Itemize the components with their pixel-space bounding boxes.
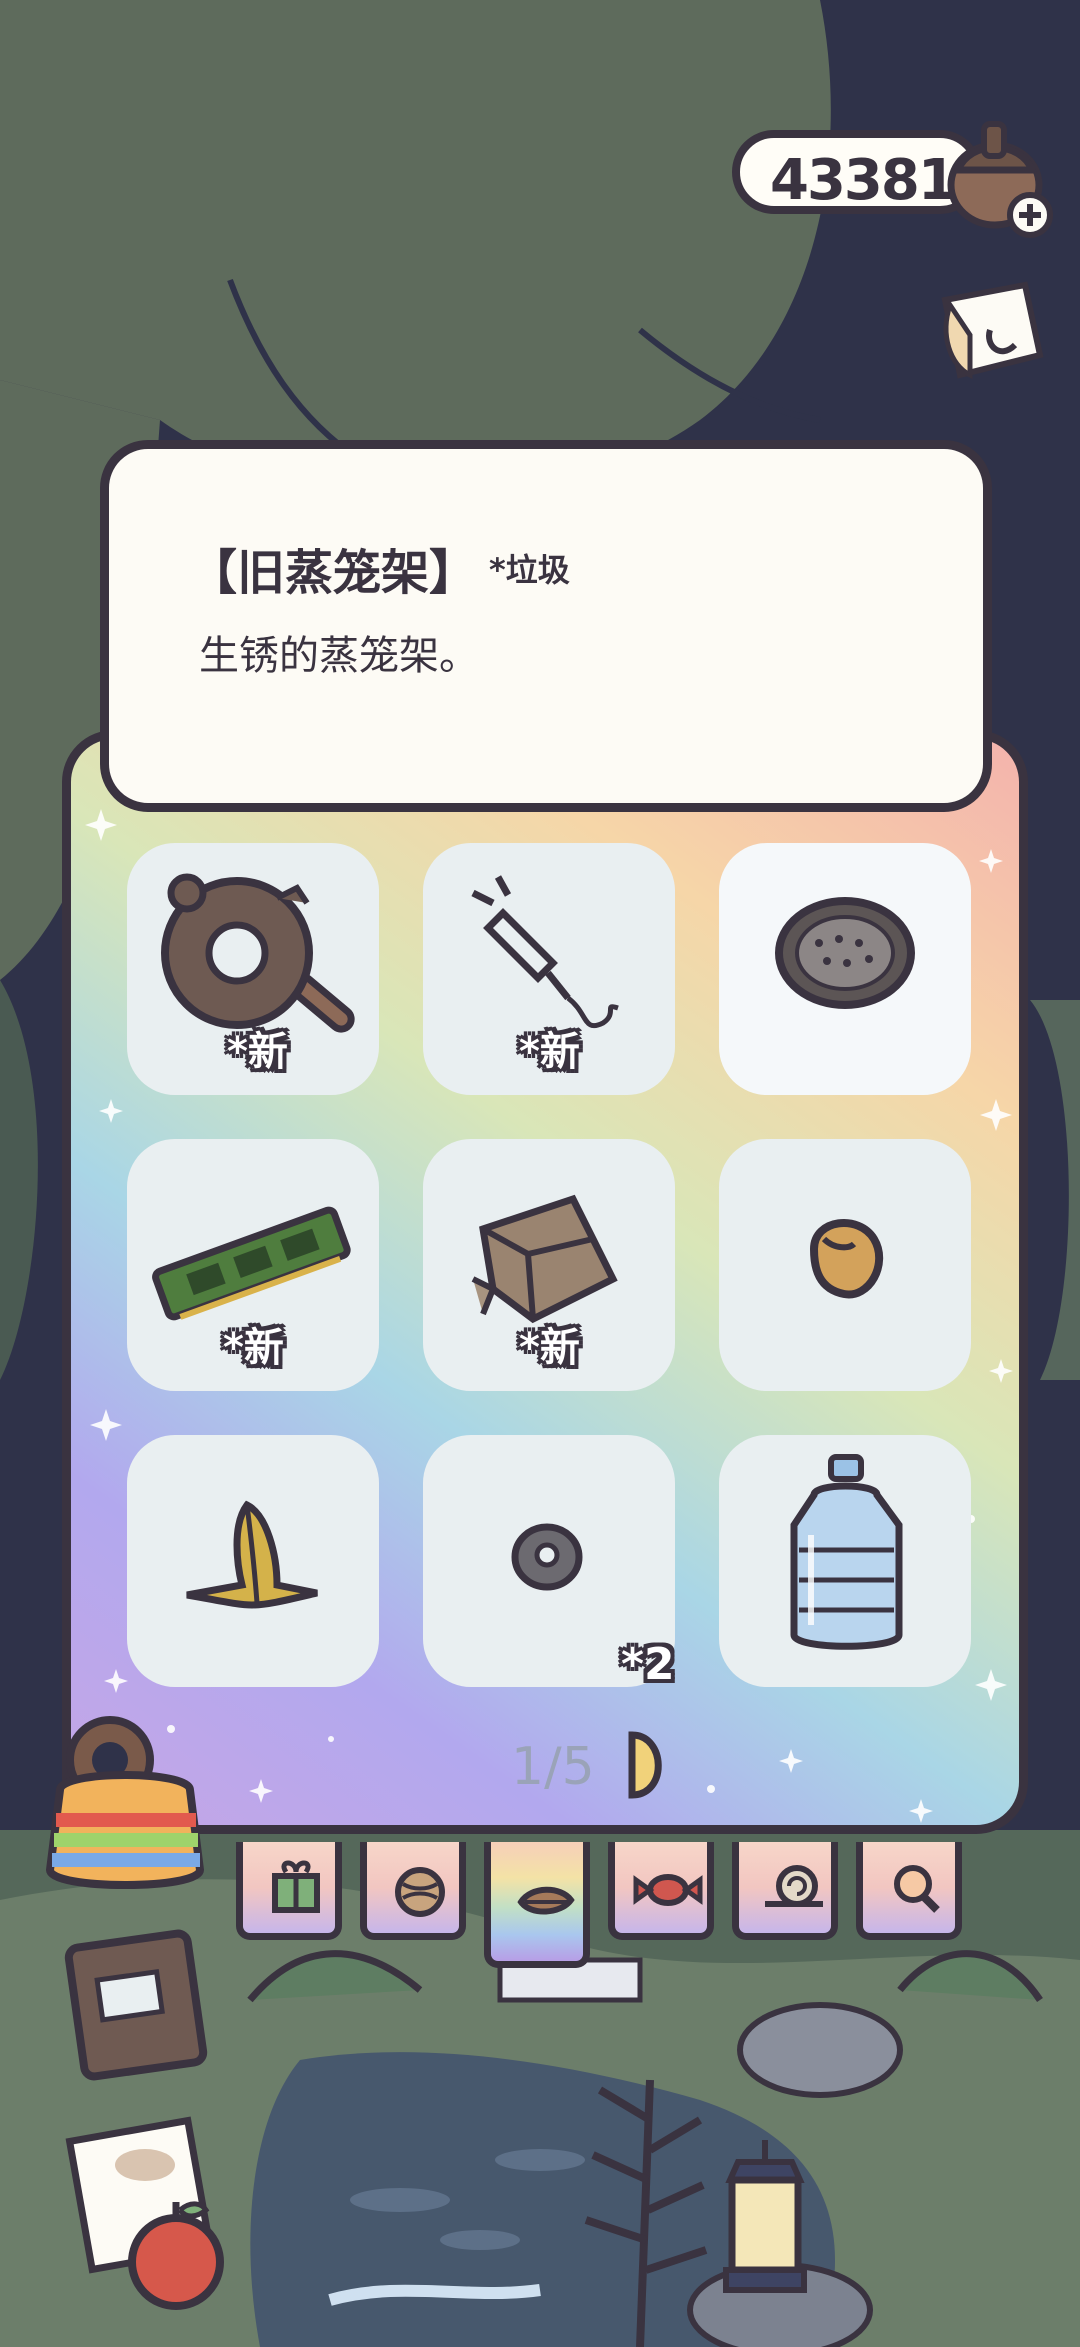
new-badge: *新 [223, 1325, 284, 1371]
candy-icon [633, 1874, 703, 1906]
yarn-icon [395, 1867, 445, 1917]
quantity-badge: *2 [621, 1639, 675, 1690]
tab-candy[interactable] [608, 1842, 714, 1940]
steamer-rack-icon [775, 897, 915, 1009]
page-indicator: 1/5 [511, 1737, 595, 1797]
note-icon[interactable] [930, 275, 1055, 390]
bean-icon [809, 1219, 884, 1299]
tab-gifts[interactable] [236, 1842, 342, 1940]
rainbow-bag-icon[interactable] [30, 1710, 220, 1900]
magnifier-icon [894, 1865, 940, 1913]
new-badge: *新 [519, 1029, 580, 1075]
tab-snail[interactable] [732, 1842, 838, 1940]
apple-icon[interactable] [118, 2188, 238, 2318]
category-tabs [236, 1842, 986, 1982]
next-page-icon[interactable] [626, 1729, 672, 1801]
inventory-slot-9[interactable] [719, 1435, 971, 1687]
acorn-add-icon[interactable] [940, 110, 1060, 240]
snail-icon [765, 1865, 823, 1907]
inventory-panel: *新 *新 *新 *新 *2 1/5 [62, 730, 1028, 1834]
tab-yarn[interactable] [360, 1842, 466, 1940]
inventory-slot-6[interactable] [719, 1139, 971, 1391]
inventory-slot-1[interactable]: *新 [127, 843, 379, 1095]
item-category-tag: *垃圾 [489, 551, 570, 589]
inventory-slot-5[interactable]: *新 [423, 1139, 675, 1391]
lantern-icon [723, 2140, 807, 2293]
new-badge: *新 [227, 1029, 288, 1075]
item-info-card: 【旧蒸笼架】 *垃圾 生锈的蒸笼架。 [100, 440, 992, 812]
inventory-slot-7[interactable] [127, 1435, 379, 1687]
new-badge: *新 [519, 1325, 580, 1371]
inventory-slot-4[interactable]: *新 [127, 1139, 379, 1391]
tab-search[interactable] [856, 1842, 962, 1940]
item-name: 【旧蒸笼架】 [189, 545, 478, 601]
item-description: 生锈的蒸笼架。 [199, 633, 479, 679]
water-jug-icon [790, 1454, 903, 1650]
banana-peel-icon [186, 1500, 318, 1609]
tab-leaf-active[interactable] [484, 1842, 590, 1968]
gift-icon [272, 1860, 320, 1913]
leaf-icon [517, 1886, 575, 1915]
inventory-slot-3-selected[interactable] [719, 843, 971, 1095]
notebook-icon[interactable] [56, 1920, 216, 2090]
inventory-slot-2[interactable]: *新 [423, 843, 675, 1095]
